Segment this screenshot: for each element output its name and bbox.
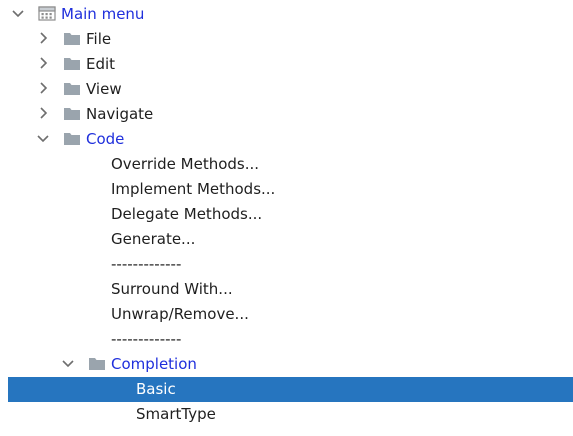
tree-item-delegate-methods[interactable]: Delegate Methods... <box>8 202 573 227</box>
chevron-right-icon[interactable] <box>35 105 51 121</box>
tree-item-label: Surround With... <box>111 280 233 298</box>
folder-icon <box>64 33 80 45</box>
tree-item-label: Delegate Methods... <box>111 205 263 223</box>
tree-node-completion[interactable]: Completion <box>8 352 573 377</box>
menu-tree: Main menu File Edit View Navigate Code O… <box>0 0 573 436</box>
tree-item-override-methods[interactable]: Override Methods... <box>8 152 573 177</box>
folder-icon <box>64 83 80 95</box>
tree-node-label: Completion <box>111 355 197 373</box>
tree-node-file[interactable]: File <box>8 27 573 52</box>
tree-item-separator[interactable]: ------------- <box>8 252 573 277</box>
tree-node-navigate[interactable]: Navigate <box>8 102 573 127</box>
folder-icon <box>64 108 80 120</box>
tree-item-basic[interactable]: Basic <box>8 377 573 402</box>
tree-node-code[interactable]: Code <box>8 127 573 152</box>
tree-item-label: Basic <box>136 380 176 398</box>
tree-item-separator[interactable]: ------------- <box>8 327 573 352</box>
folder-icon <box>89 358 105 370</box>
tree-item-smarttype[interactable]: SmartType <box>8 402 573 427</box>
folder-icon <box>64 133 80 145</box>
tree-node-label: Code <box>86 130 125 148</box>
tree-node-view[interactable]: View <box>8 77 573 102</box>
tree-item-label: ------------- <box>111 330 182 348</box>
chevron-right-icon[interactable] <box>35 55 51 71</box>
chevron-down-icon[interactable] <box>60 355 76 371</box>
tree-item-label: Generate... <box>111 230 196 248</box>
chevron-down-icon[interactable] <box>35 130 51 146</box>
tree-item-label: Unwrap/Remove... <box>111 305 249 323</box>
folder-icon <box>64 58 80 70</box>
tree-item-label: Implement Methods... <box>111 180 276 198</box>
tree-item-label: SmartType <box>136 405 216 423</box>
tree-item-surround-with[interactable]: Surround With... <box>8 277 573 302</box>
tree-item-generate[interactable]: Generate... <box>8 227 573 252</box>
chevron-right-icon[interactable] <box>35 30 51 46</box>
tree-node-label: Navigate <box>86 105 154 123</box>
tree-node-label: Main menu <box>61 5 145 23</box>
menu-icon <box>38 6 56 21</box>
tree-node-label: File <box>86 30 112 48</box>
chevron-down-icon[interactable] <box>10 5 26 21</box>
tree-item-label: Override Methods... <box>111 155 260 173</box>
chevron-right-icon[interactable] <box>35 80 51 96</box>
tree-item-label: ------------- <box>111 255 182 273</box>
tree-node-main-menu[interactable]: Main menu <box>8 2 573 27</box>
tree-node-edit[interactable]: Edit <box>8 52 573 77</box>
tree-node-label: Edit <box>86 55 116 73</box>
tree-item-unwrap-remove[interactable]: Unwrap/Remove... <box>8 302 573 327</box>
tree-node-label: View <box>86 80 122 98</box>
tree-item-implement-methods[interactable]: Implement Methods... <box>8 177 573 202</box>
